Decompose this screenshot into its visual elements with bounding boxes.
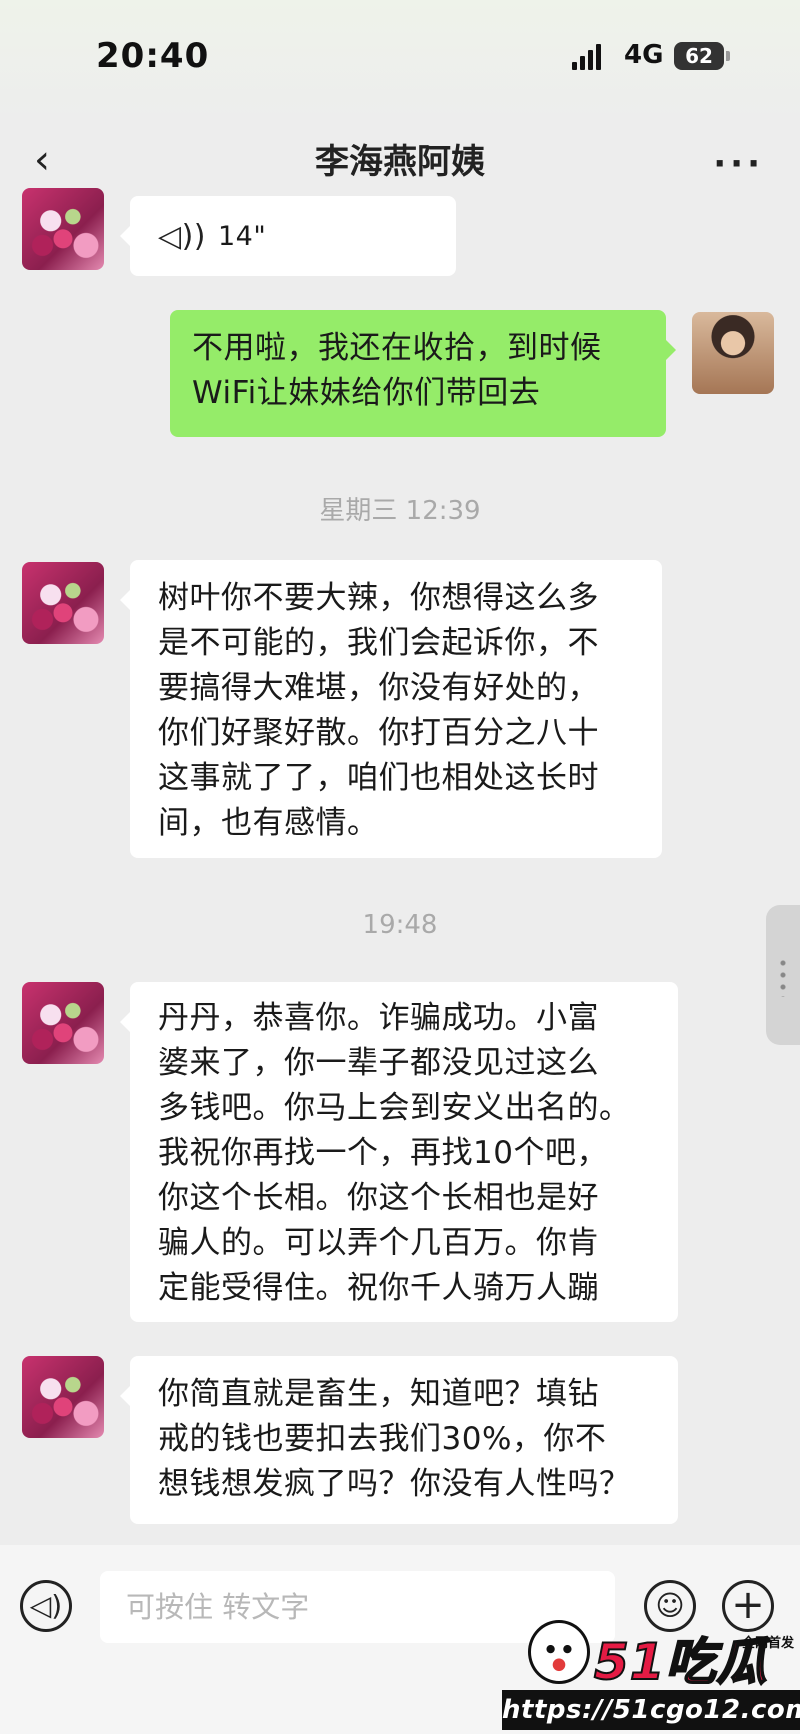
voice-message-bubble[interactable]: ◁)) 14" [120, 196, 456, 276]
message-line: 多钱吧。你马上会到安义出名的。 [158, 1090, 631, 1126]
my-avatar[interactable] [692, 312, 774, 394]
mascot-icon [528, 1620, 590, 1684]
message-bubble[interactable]: 树叶你不要大辣，你想得这么多 是不可能的，我们会起诉你，不 要搞得大难堪，你没有… [120, 560, 662, 858]
message-timestamp: 星期三 12:39 [319, 496, 481, 526]
message-line: 我祝你再找一个，再找10个吧， [158, 1135, 608, 1171]
contact-avatar[interactable] [22, 1356, 104, 1438]
message-line: 这事就了了，咱们也相处这长时 [158, 760, 599, 796]
watermark-tag: 全网首发 [741, 1636, 794, 1651]
message-bubble[interactable]: 丹丹，恭喜你。诈骗成功。小富 婆来了，你一辈子都没见过这么 多钱吧。你马上会到安… [120, 982, 678, 1322]
chat-header: ‹ 李海燕阿姨 ··· [0, 120, 800, 200]
message-bubble[interactable]: 你简直就是畜生，知道吧？填钻 戒的钱也要扣去我们30%，你不 想钱想发疯了吗？你… [120, 1356, 678, 1524]
more-options-icon[interactable]: ··· [713, 144, 764, 184]
battery-level: 62 [685, 44, 713, 68]
message-line: 戒的钱也要扣去我们30%，你不 [158, 1421, 607, 1457]
message-line: 你简直就是畜生，知道吧？填钻 [158, 1376, 599, 1412]
side-scroll-handle[interactable] [766, 905, 800, 1045]
my-message-bubble[interactable]: 不用啦，我还在收拾，到时候 WiFi让妹妹给你们带回去 [170, 310, 676, 437]
sound-wave-icon: ◁)) [158, 219, 206, 254]
watermark-url: https://51cgo12.com [502, 1690, 800, 1730]
message-line: 要搞得大难堪，你没有好处的， [158, 670, 599, 706]
message-timestamp: 19:48 [362, 910, 438, 940]
message-line: 你们好聚好散。你打百分之八十 [158, 715, 599, 751]
message-line: 间，也有感情。 [158, 805, 379, 841]
watermark-logo: 51吃瓜 全网首发 https://51cgo12.com [502, 1620, 800, 1734]
message-line: 想钱想发疯了吗？你没有人性吗？ [158, 1466, 631, 1502]
message-line: WiFi让妹妹给你们带回去 [192, 375, 541, 411]
battery-icon: 62 [674, 42, 730, 70]
message-line: 骗人的。可以弄个几百万。你肯 [158, 1225, 599, 1261]
message-line: 你这个长相。你这个长相也是好 [158, 1180, 599, 1216]
message-line: 不用啦，我还在收拾，到时候 [192, 330, 602, 366]
message-line: 丹丹，恭喜你。诈骗成功。小富 [158, 1000, 599, 1036]
voice-duration: 14" [217, 221, 267, 252]
voice-toggle-icon[interactable]: ◁) [20, 1580, 72, 1632]
chat-title: 李海燕阿姨 [315, 142, 485, 182]
contact-avatar[interactable] [22, 188, 104, 270]
message-line: 定能受得住。祝你千人骑万人蹦 [158, 1270, 599, 1306]
message-line: 是不可能的，我们会起诉你，不 [158, 625, 599, 661]
contact-avatar[interactable] [22, 562, 104, 644]
message-line: 婆来了，你一辈子都没见过这么 [158, 1045, 599, 1081]
contact-avatar[interactable] [22, 982, 104, 1064]
signal-icon [572, 44, 602, 70]
network-type: 4G [624, 40, 664, 70]
status-bar: 20:40 4G 62 [0, 0, 800, 120]
status-time: 20:40 [96, 36, 210, 76]
message-line: 树叶你不要大辣，你想得这么多 [158, 580, 599, 616]
